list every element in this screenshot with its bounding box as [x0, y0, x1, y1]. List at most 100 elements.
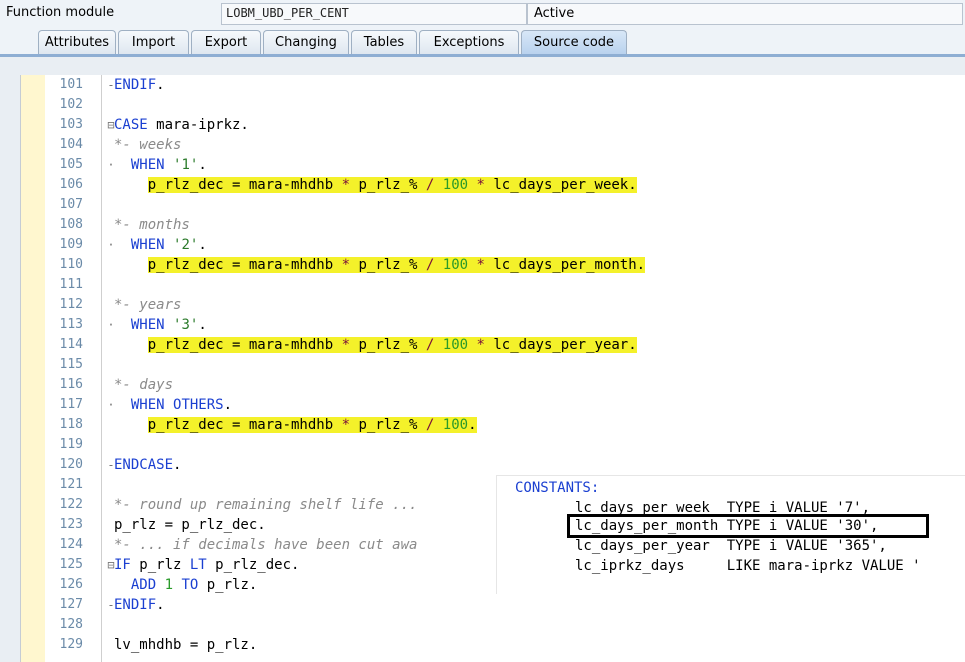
code-line: 106 p_rlz_dec = mara-mhdhb * p_rlz_% / 1…: [21, 175, 965, 195]
code-text: *- ... if decimals have been cut awa: [114, 537, 418, 553]
code-line: 108 *- months: [21, 215, 965, 235]
tab-tables[interactable]: Tables: [351, 30, 417, 54]
tab-label: Source code: [533, 35, 615, 50]
function-module-label: Function module: [6, 5, 115, 20]
line-number: 101: [59, 77, 83, 92]
code-text: lv_mhdhb = p_rlz.: [114, 637, 258, 653]
tab-label: Attributes: [44, 35, 110, 50]
code-line: 114 p_rlz_dec = mara-mhdhb * p_rlz_% / 1…: [21, 335, 965, 355]
code-line: 120- ENDCASE.: [21, 455, 965, 475]
line-number: 104: [59, 137, 83, 152]
code-line: 110 p_rlz_dec = mara-mhdhb * p_rlz_% / 1…: [21, 255, 965, 275]
status-field: Active: [527, 3, 963, 25]
line-number: 107: [59, 197, 83, 212]
code-text: WHEN '2'.: [130, 237, 207, 253]
line-number: 121: [59, 477, 83, 492]
code-line: 101- ENDIF.: [21, 75, 965, 95]
function-module-name-field[interactable]: LOBM_UBD_PER_CENT: [221, 3, 527, 25]
code-line: 105 · WHEN '1'.: [21, 155, 965, 175]
code-line: 128: [21, 615, 965, 635]
constants-title: CONSTANTS:: [515, 478, 599, 498]
tab-attributes[interactable]: Attributes: [38, 30, 116, 54]
highlight-box: [567, 514, 929, 538]
constants-keyword: CONSTANTS:: [515, 480, 600, 496]
constant-row-text: lc_days_per_year TYPE i VALUE '365',: [575, 538, 887, 554]
line-number: 120: [59, 457, 83, 472]
status-text: Active: [534, 6, 575, 21]
line-number: 127: [59, 597, 83, 612]
line-number: 122: [59, 497, 83, 512]
tab-source-code[interactable]: Source code: [521, 30, 627, 54]
highlighted-statement: p_rlz_dec = mara-mhdhb * p_rlz_% / 100.: [147, 417, 477, 433]
code-text: *- days: [114, 377, 174, 393]
line-number: 108: [59, 217, 83, 232]
highlighted-statement: p_rlz_dec = mara-mhdhb * p_rlz_% / 100 *…: [147, 337, 637, 353]
function-module-name: LOBM_UBD_PER_CENT: [226, 6, 349, 20]
line-number: 116: [59, 377, 83, 392]
code-line: 103 ⊟ CASE mara-iprkz.: [21, 115, 965, 135]
code-line: 119: [21, 435, 965, 455]
code-text: *- round up remaining shelf life ...: [114, 497, 418, 513]
code-line: 111: [21, 275, 965, 295]
code-text: ENDCASE.: [114, 457, 182, 473]
line-number: 114: [59, 337, 83, 352]
code-text: p_rlz_dec = mara-mhdhb * p_rlz_% / 100 *…: [114, 175, 637, 195]
code-text: *- months: [114, 217, 190, 233]
line-number: 123: [59, 517, 83, 532]
line-number: 125: [59, 557, 83, 572]
tab-label: Tables: [363, 35, 405, 50]
editor-frame: 101- ENDIF. 102 103 ⊟ CASE mara-iprkz. 104 *- w…: [0, 57, 965, 662]
code-text: CASE mara-iprkz.: [114, 117, 249, 133]
line-number: 111: [59, 277, 83, 292]
highlighted-statement: p_rlz_dec = mara-mhdhb * p_rlz_% / 100 *…: [147, 257, 646, 273]
code-text: p_rlz_dec = mara-mhdhb * p_rlz_% / 100 *…: [114, 335, 637, 355]
code-text: WHEN '3'.: [130, 317, 207, 333]
code-line: 127- ENDIF.: [21, 595, 965, 615]
line-number: 124: [59, 537, 83, 552]
code-text: ENDIF.: [114, 77, 165, 93]
code-line: 104 *- weeks: [21, 135, 965, 155]
constants-tooltip: CONSTANTS: lc_days_per_week TYPE i VALUE…: [496, 475, 965, 594]
code-line: 116 *- days: [21, 375, 965, 395]
code-text: *- weeks: [114, 137, 182, 153]
line-number: 105: [59, 157, 83, 172]
tab-import[interactable]: Import: [118, 30, 189, 54]
constant-row: lc_days_per_year TYPE i VALUE '365',: [575, 536, 887, 556]
source-code-editor[interactable]: 101- ENDIF. 102 103 ⊟ CASE mara-iprkz. 104 *- w…: [20, 75, 965, 662]
line-number: 102: [59, 97, 83, 112]
tab-label: Import: [131, 35, 176, 50]
tab-changing[interactable]: Changing: [263, 30, 349, 54]
constant-row-text: lc_iprkz_days LIKE mara-iprkz VALUE ': [575, 558, 921, 574]
line-number: 119: [59, 437, 83, 452]
tab-label: Export: [204, 35, 248, 50]
code-line: 109 · WHEN '2'.: [21, 235, 965, 255]
line-number: 129: [59, 637, 83, 652]
line-number: 112: [59, 297, 83, 312]
code-line: 113 · WHEN '3'.: [21, 315, 965, 335]
code-text: IF p_rlz LT p_rlz_dec.: [114, 557, 300, 573]
code-text: WHEN '1'.: [130, 157, 207, 173]
line-number: 118: [59, 417, 83, 432]
code-text: WHEN OTHERS.: [130, 397, 233, 413]
code-line: 115: [21, 355, 965, 375]
line-number: 117: [59, 397, 83, 412]
code-text: ADD 1 TO p_rlz.: [130, 577, 258, 593]
code-text: p_rlz_dec = mara-mhdhb * p_rlz_% / 100.: [114, 415, 477, 435]
code-line: 112 *- years: [21, 295, 965, 315]
code-text: ENDIF.: [114, 597, 165, 613]
code-text: *- years: [114, 297, 182, 313]
line-number: 103: [59, 117, 83, 132]
line-number: 109: [59, 237, 83, 252]
constant-row: lc_iprkz_days LIKE mara-iprkz VALUE ': [575, 556, 921, 576]
code-line: 102: [21, 95, 965, 115]
tab-export[interactable]: Export: [191, 30, 261, 54]
header-bar: Function module LOBM_UBD_PER_CENT Active: [0, 0, 965, 28]
line-number: 113: [59, 317, 83, 332]
highlighted-statement: p_rlz_dec = mara-mhdhb * p_rlz_% / 100 *…: [147, 177, 637, 193]
tab-bar: Attributes Import Export Changing Tables…: [0, 27, 965, 55]
code-text: p_rlz_dec = mara-mhdhb * p_rlz_% / 100 *…: [114, 255, 646, 275]
tab-label: Exceptions: [433, 35, 505, 50]
tab-exceptions[interactable]: Exceptions: [419, 30, 519, 54]
line-number: 115: [59, 357, 83, 372]
code-line: 107: [21, 195, 965, 215]
